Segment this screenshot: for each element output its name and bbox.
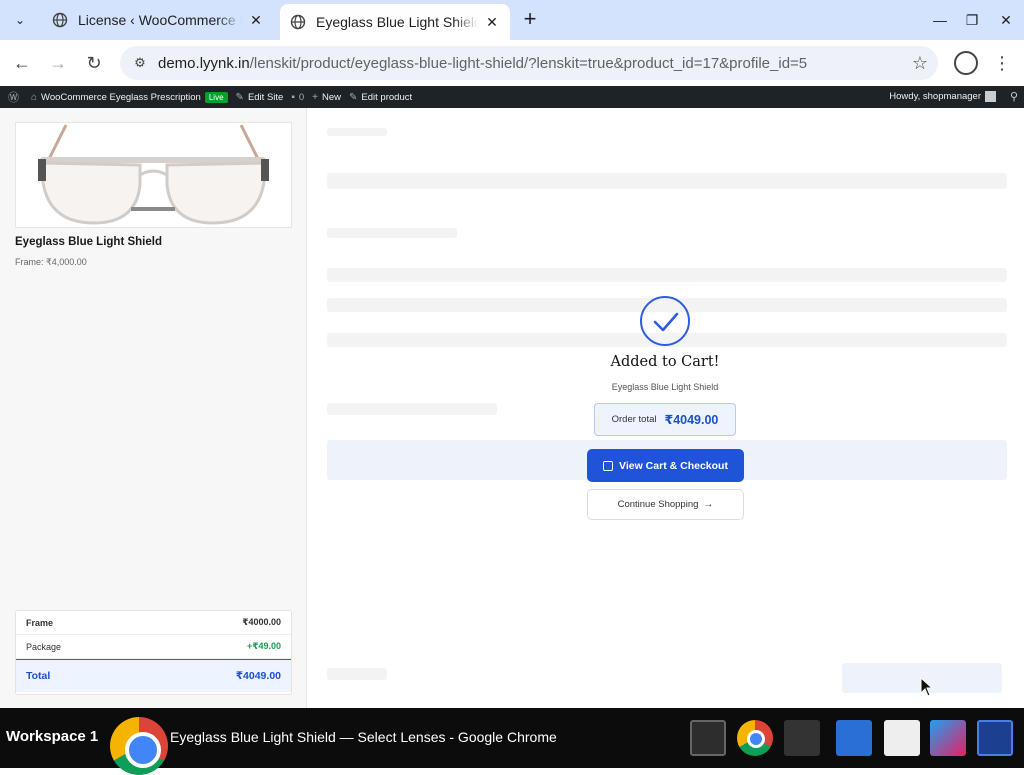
- document-viewer-icon[interactable]: [884, 720, 920, 756]
- maximize-icon[interactable]: ❐: [960, 8, 984, 32]
- globe-icon: [290, 14, 306, 30]
- product-sidebar: Eyeglass Blue Light Shield Frame: ₹4,000…: [0, 108, 307, 708]
- menu-kebab-icon[interactable]: ⋮: [992, 50, 1012, 76]
- price-summary: Frame ₹4000.00 Package +₹49.00 Total ₹40…: [15, 610, 292, 695]
- product-image: [15, 122, 292, 228]
- browser-tab-strip: ⌄ License ‹ WooCommerce Eyeglass Prescri…: [0, 0, 1024, 40]
- search-icon[interactable]: ⚲: [1010, 90, 1018, 103]
- placeholder-block: [327, 173, 1007, 189]
- new-tab-icon[interactable]: +: [518, 8, 542, 32]
- close-window-icon[interactable]: ✕: [994, 8, 1018, 32]
- comment-icon: ▪: [291, 91, 295, 103]
- order-total-value: ₹4049.00: [664, 413, 719, 427]
- live-badge: Live: [204, 91, 228, 103]
- shopping-bag-icon: [603, 460, 614, 471]
- placeholder-block: [327, 268, 1007, 282]
- globe-icon: [52, 12, 68, 28]
- bookmark-star-icon[interactable]: ☆: [912, 53, 928, 74]
- product-frame-price: Frame: ₹4,000.00: [15, 257, 87, 267]
- account-menu[interactable]: Howdy, shopmanager: [889, 91, 996, 102]
- avatar: [985, 91, 996, 102]
- active-window-title[interactable]: Eyeglass Blue Light Shield — Select Lens…: [170, 729, 557, 745]
- browser-toolbar: ← → ↻ ⚙ demo.lyynk.in/lenskit/product/ey…: [0, 40, 1024, 86]
- os-taskbar: Workspace 1 Eyeglass Blue Light Shield —…: [0, 708, 1024, 775]
- home-icon: ⌂: [31, 91, 38, 103]
- close-tab-icon[interactable]: ✕: [484, 14, 500, 31]
- continue-shopping-button[interactable]: Continue Shopping →: [587, 489, 744, 520]
- chrome-icon[interactable]: [110, 717, 168, 775]
- text-editor-icon[interactable]: [784, 720, 820, 756]
- wordpress-logo-icon[interactable]: Ⓦ: [8, 89, 23, 105]
- placeholder-block: [327, 128, 387, 136]
- order-total-label: Order total: [611, 414, 657, 425]
- summary-row-frame: Frame ₹4000.00: [16, 611, 291, 635]
- forward-icon[interactable]: →: [45, 50, 71, 76]
- tab-title: License ‹ WooCommerce Eyeglass Prescript…: [78, 12, 242, 28]
- placeholder-block: [327, 668, 387, 680]
- reload-icon[interactable]: ↻: [81, 50, 107, 76]
- close-tab-icon[interactable]: ✕: [248, 12, 264, 29]
- new-link[interactable]: + New: [312, 92, 341, 103]
- mouse-cursor-icon: [920, 677, 934, 697]
- summary-row-package: Package +₹49.00: [16, 635, 291, 659]
- workspace-label[interactable]: Workspace 1: [6, 728, 98, 745]
- arrow-right-icon: →: [703, 499, 714, 510]
- profile-icon[interactable]: [954, 51, 978, 75]
- edit-product-link[interactable]: ✎ Edit product: [349, 92, 412, 103]
- site-info-icon[interactable]: ⚙: [130, 53, 150, 73]
- terminal-icon[interactable]: [690, 720, 726, 756]
- comments-link[interactable]: ▪ 0: [291, 92, 304, 103]
- brush-icon: ✎: [235, 91, 244, 103]
- image-viewer-icon[interactable]: [930, 720, 966, 756]
- tab-product[interactable]: Eyeglass Blue Light Shield — Select Lens…: [280, 4, 510, 40]
- eyeglasses-image: [38, 124, 269, 225]
- address-bar[interactable]: ⚙ demo.lyynk.in/lenskit/product/eyeglass…: [120, 46, 938, 80]
- order-total-box: Order total ₹4049.00: [594, 403, 736, 436]
- placeholder-block: [327, 228, 457, 238]
- product-name: Eyeglass Blue Light Shield: [15, 236, 162, 248]
- summary-row-total: Total ₹4049.00: [16, 659, 291, 692]
- wp-admin-bar: Ⓦ ⌂ WooCommerce Eyeglass Prescription Live…: [0, 86, 1024, 108]
- chrome-icon[interactable]: [737, 720, 773, 756]
- modal-product-name: Eyeglass Blue Light Shield: [611, 382, 719, 392]
- pencil-icon: ✎: [349, 91, 358, 103]
- edit-site-link[interactable]: ✎ Edit Site: [236, 92, 284, 103]
- calculator-icon[interactable]: [977, 720, 1013, 756]
- tab-title: Eyeglass Blue Light Shield — Select Lens…: [316, 14, 478, 30]
- back-icon[interactable]: ←: [9, 50, 35, 76]
- site-name-link[interactable]: ⌂ WooCommerce Eyeglass Prescription Live: [31, 91, 228, 103]
- placeholder-block: [327, 403, 497, 415]
- url-text: demo.lyynk.in/lenskit/product/eyeglass-b…: [158, 54, 808, 72]
- success-check-icon: [640, 296, 690, 346]
- view-cart-checkout-button[interactable]: View Cart & Checkout: [587, 449, 744, 482]
- modal-title: Added to Cart!: [610, 354, 720, 370]
- tab-license[interactable]: License ‹ WooCommerce Eyeglass Prescript…: [42, 4, 274, 36]
- minimize-icon[interactable]: —: [928, 8, 952, 32]
- plus-icon: +: [312, 91, 319, 103]
- tab-search-icon[interactable]: ⌄: [8, 8, 32, 32]
- file-manager-icon[interactable]: [836, 720, 872, 756]
